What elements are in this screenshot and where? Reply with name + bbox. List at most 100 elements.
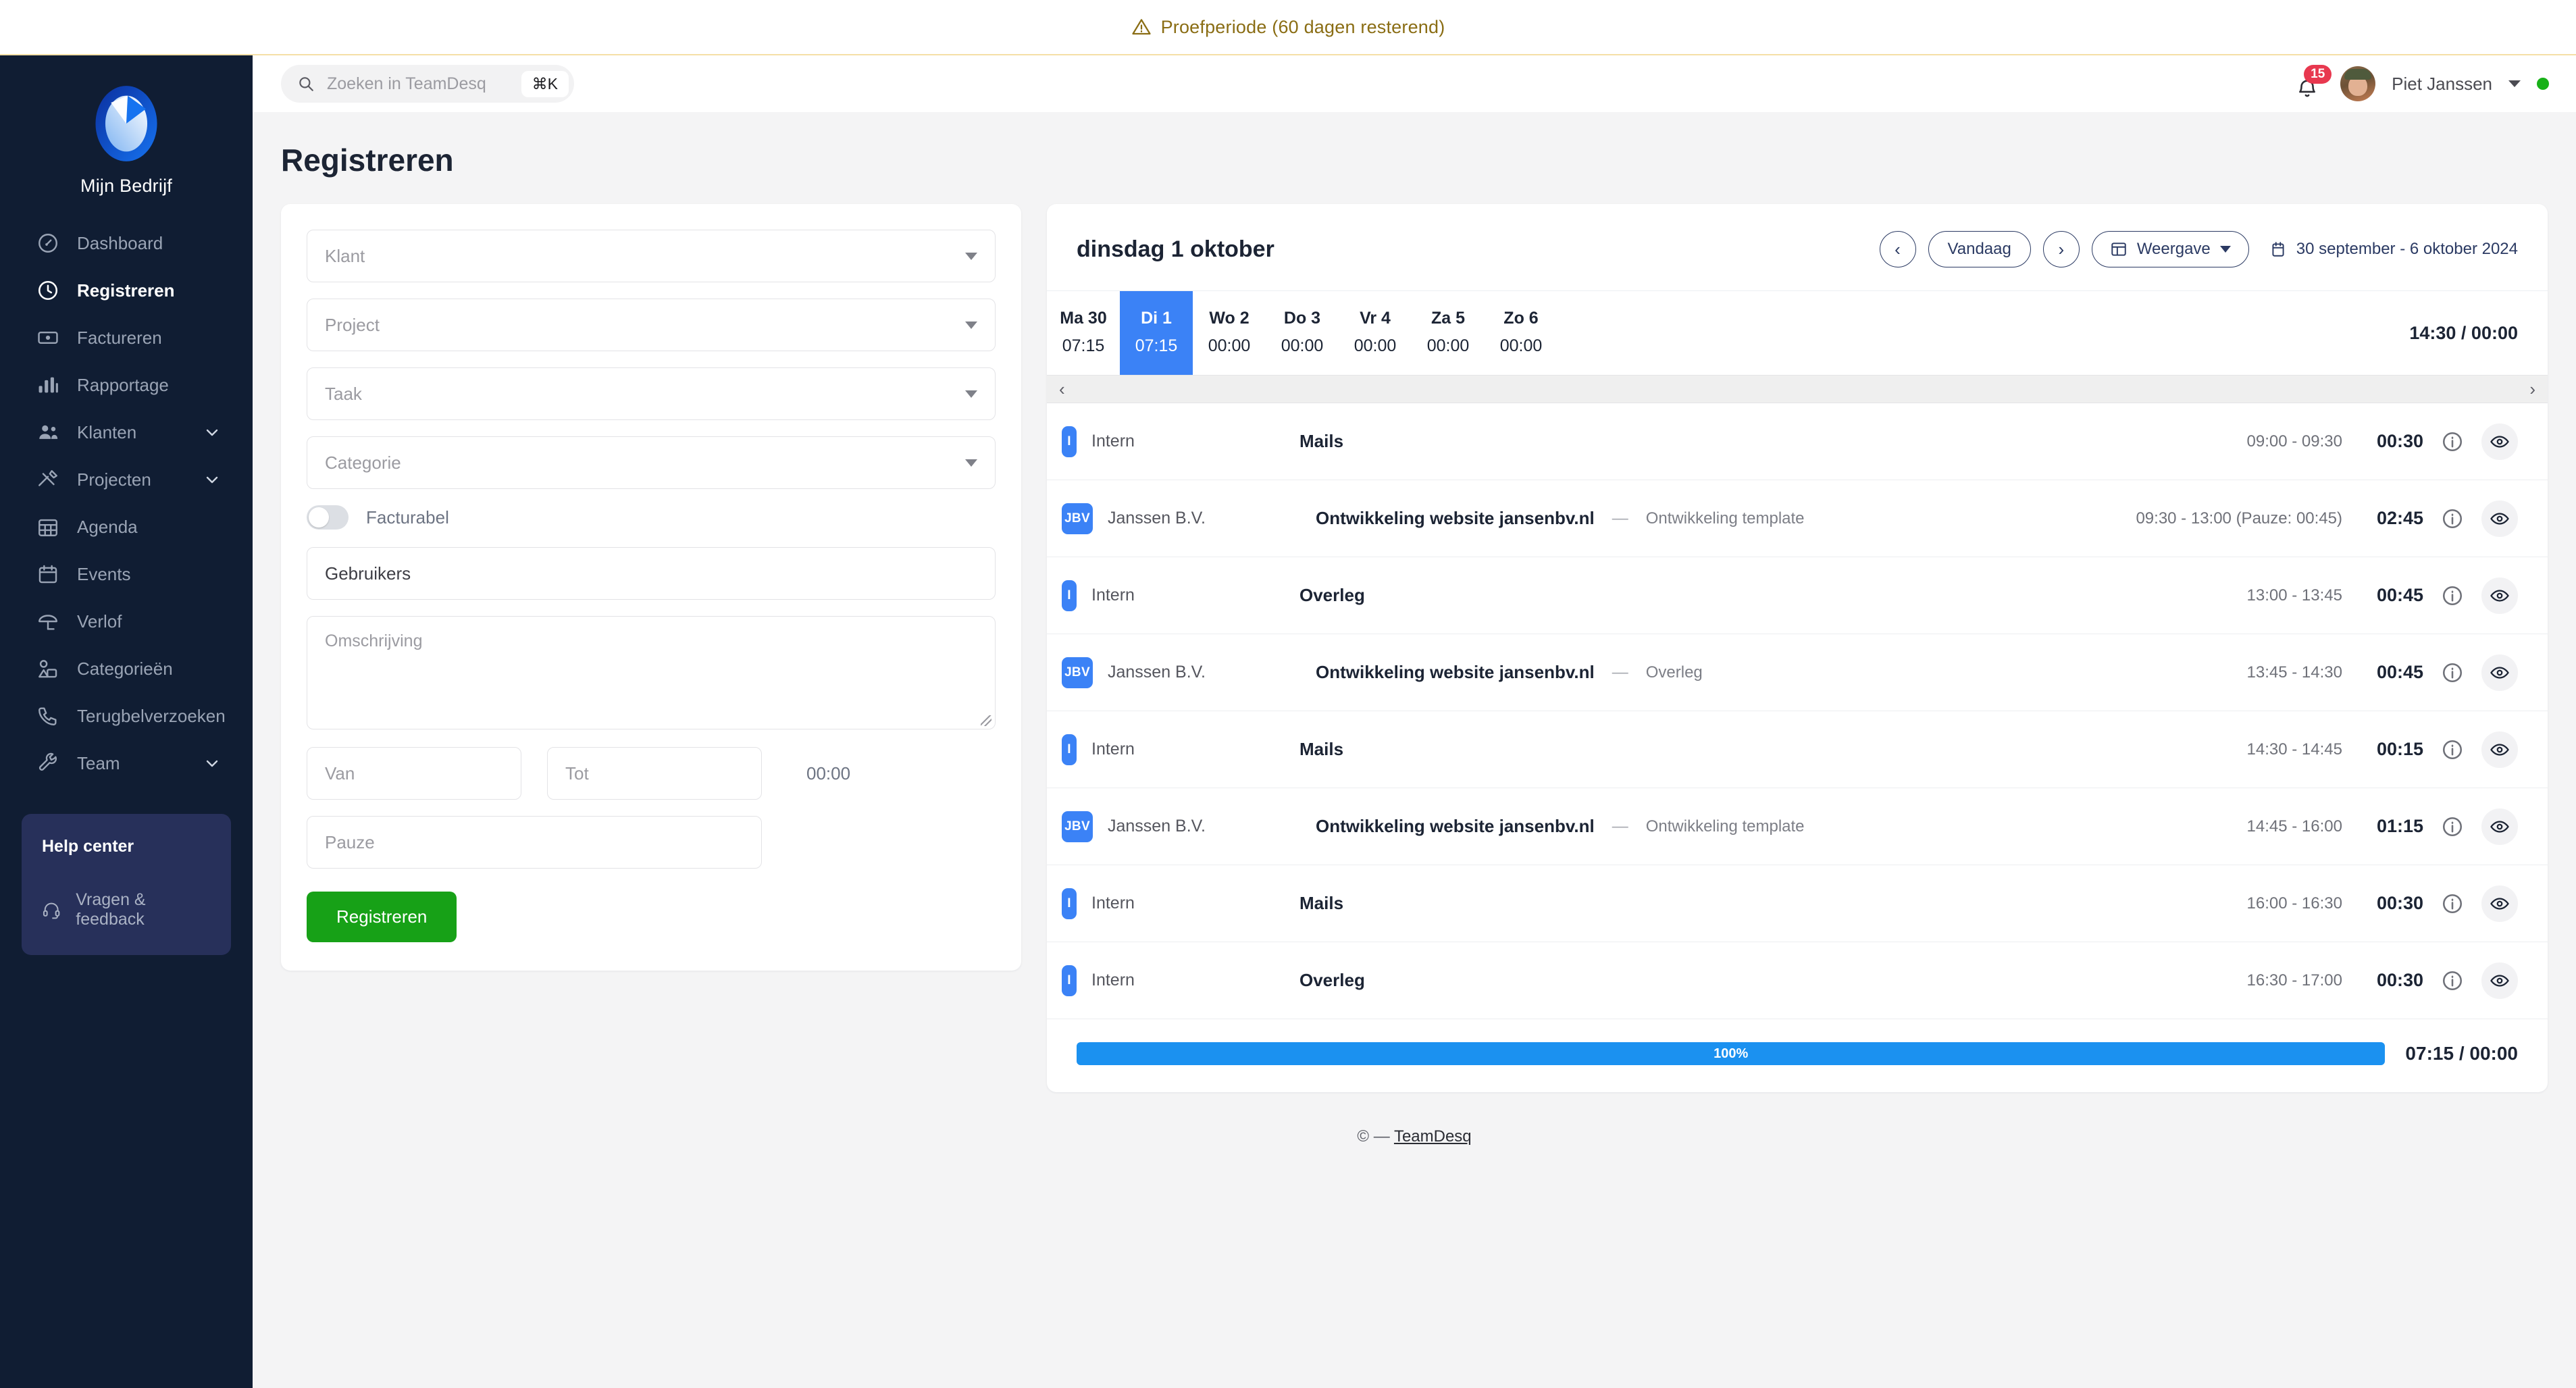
wrench-icon	[38, 752, 57, 771]
day-tab-do-3[interactable]: Do 3 00:00	[1266, 291, 1339, 375]
phone-icon	[38, 707, 57, 725]
view-entry-button[interactable]	[2481, 500, 2518, 537]
day-tab-vr-4[interactable]: Vr 4 00:00	[1339, 291, 1412, 375]
table-row[interactable]: I Intern Mails 09:00 - 09:30 00:30	[1047, 403, 2548, 480]
day-tab-wo-2[interactable]: Wo 2 00:00	[1193, 291, 1266, 375]
view-entry-button[interactable]	[2481, 654, 2518, 691]
sidebar-item-events[interactable]: Events	[0, 550, 253, 598]
row-time: 14:45 - 16:00	[2246, 817, 2342, 836]
main-area: Zoeken in TeamDesq ⌘K 15 Piet Janssen Re…	[253, 55, 2576, 1388]
view-entry-button[interactable]	[2481, 808, 2518, 845]
info-icon[interactable]	[2441, 892, 2464, 915]
time-entry-rows: I Intern Mails 09:00 - 09:30 00:30 JBV J…	[1047, 403, 2548, 1019]
omschrijving-textarea[interactable]: Omschrijving	[307, 616, 996, 729]
table-row[interactable]: JBV Janssen B.V. Ontwikkeling website ja…	[1047, 480, 2548, 557]
info-icon[interactable]	[2441, 738, 2464, 761]
app-shell: Mijn Bedrijf Dashboard Registreren Factu	[0, 55, 2576, 1388]
view-entry-button[interactable]	[2481, 962, 2518, 999]
row-duration: 02:45	[2376, 508, 2423, 528]
table-row[interactable]: I Intern Overleg 13:00 - 13:45 00:45	[1047, 557, 2548, 634]
info-icon[interactable]	[2441, 969, 2464, 992]
pauze-input[interactable]: Pauze	[307, 816, 762, 869]
row-project: Mails	[1299, 431, 1344, 451]
tot-input[interactable]: Tot	[547, 747, 762, 800]
sidebar-item-projecten[interactable]: Projecten	[0, 456, 253, 503]
project-placeholder: Project	[325, 314, 380, 335]
view-entry-button[interactable]	[2481, 731, 2518, 768]
questions-feedback-label: Vragen & feedback	[76, 890, 146, 929]
sidebar-item-categorieen[interactable]: Categorieën	[0, 645, 253, 692]
sidebar-item-team[interactable]: Team	[0, 740, 253, 787]
view-entry-button[interactable]	[2481, 885, 2518, 922]
headset-icon	[43, 902, 60, 919]
date-range[interactable]: 30 september - 6 oktober 2024	[2269, 240, 2518, 259]
info-icon[interactable]	[2441, 430, 2464, 453]
gebruikers-field[interactable]: Gebruikers	[307, 547, 996, 600]
avatar[interactable]	[2340, 66, 2376, 101]
resize-grip-icon[interactable]	[981, 715, 991, 726]
sidebar-item-verlof[interactable]: Verlof	[0, 598, 253, 645]
search-input[interactable]: Zoeken in TeamDesq ⌘K	[281, 65, 574, 103]
info-icon[interactable]	[2441, 661, 2464, 684]
sidebar-item-rapportage[interactable]: Rapportage	[0, 361, 253, 409]
sidebar-item-label: Categorieën	[77, 658, 173, 679]
today-button[interactable]: Vandaag	[1928, 231, 2031, 267]
info-icon[interactable]	[2441, 815, 2464, 838]
van-input[interactable]: Van	[307, 747, 521, 800]
day-tab-di-1[interactable]: Di 1 07:15	[1120, 291, 1193, 375]
view-entry-button[interactable]	[2481, 577, 2518, 614]
sidebar-item-dashboard[interactable]: Dashboard	[0, 220, 253, 267]
info-icon[interactable]	[2441, 584, 2464, 607]
notifications-badge: 15	[2304, 65, 2332, 84]
sidebar-item-klanten[interactable]: Klanten	[0, 409, 253, 456]
view-entry-button[interactable]	[2481, 423, 2518, 460]
klant-select[interactable]: Klant	[307, 230, 996, 282]
sidebar-item-agenda[interactable]: Agenda	[0, 503, 253, 550]
day-tab-zo-6[interactable]: Zo 6 00:00	[1485, 291, 1557, 375]
table-row[interactable]: I Intern Overleg 16:30 - 17:00 00:30	[1047, 942, 2548, 1019]
table-row[interactable]: JBV Janssen B.V. Ontwikkeling website ja…	[1047, 634, 2548, 711]
facturabel-toggle[interactable]	[307, 505, 349, 530]
day-name: Vr 4	[1360, 309, 1391, 328]
table-row[interactable]: JBV Janssen B.V. Ontwikkeling website ja…	[1047, 788, 2548, 865]
registreren-submit-button[interactable]: Registreren	[307, 892, 457, 942]
sidebar-item-registreren[interactable]: Registreren	[0, 267, 253, 314]
sidebar-item-factureren[interactable]: Factureren	[0, 314, 253, 361]
registration-form-card: Klant Project Taak Categorie Facturabel …	[281, 204, 1021, 971]
horizontal-scroller[interactable]: ‹ ›	[1047, 375, 2548, 403]
day-tab-za-5[interactable]: Za 5 00:00	[1412, 291, 1485, 375]
day-tab-ma-30[interactable]: Ma 30 07:15	[1047, 291, 1120, 375]
notifications-button[interactable]: 15	[2293, 65, 2332, 100]
brand[interactable]: Mijn Bedrijf	[0, 70, 253, 220]
row-project: Mails	[1299, 739, 1344, 759]
client-chip: I	[1062, 580, 1077, 611]
chevron-down-icon	[2219, 246, 2231, 253]
row-main: Ontwikkeling website jansenbv.nl — Ontwi…	[1316, 508, 2342, 529]
questions-feedback-link[interactable]: Vragen & feedback	[42, 890, 211, 929]
chevron-down-icon[interactable]	[2508, 80, 2521, 87]
scroll-right-arrow-icon[interactable]: ›	[2529, 379, 2535, 400]
table-row[interactable]: I Intern Mails 16:00 - 16:30 00:30	[1047, 865, 2548, 942]
user-name: Piet Janssen	[2392, 73, 2492, 94]
table-row[interactable]: I Intern Mails 14:30 - 14:45 00:15	[1047, 711, 2548, 788]
teamdesq-link[interactable]: TeamDesq	[1394, 1127, 1472, 1146]
sidebar-item-terugbelverzoeken[interactable]: Terugbelverzoeken	[0, 692, 253, 740]
weergave-dropdown[interactable]: Weergave	[2091, 231, 2249, 267]
sidebar: Mijn Bedrijf Dashboard Registreren Factu	[0, 55, 253, 1388]
taak-select[interactable]: Taak	[307, 367, 996, 420]
date-navigation-tools: ‹ Vandaag › Weergave 30 september - 6 ok…	[1879, 231, 2518, 267]
prev-week-button[interactable]: ‹	[1879, 231, 1916, 267]
categorie-select[interactable]: Categorie	[307, 436, 996, 489]
day-total: 00:00	[1281, 336, 1324, 355]
next-week-button[interactable]: ›	[2042, 231, 2080, 267]
info-icon[interactable]	[2441, 507, 2464, 530]
chevron-down-icon	[206, 476, 218, 484]
page-title: Registreren	[281, 143, 454, 178]
calendar-grid-icon	[38, 519, 57, 536]
scroll-left-arrow-icon[interactable]: ‹	[1059, 379, 1065, 400]
project-select[interactable]: Project	[307, 299, 996, 351]
company-logo-icon	[95, 86, 157, 161]
eye-icon	[2490, 974, 2509, 987]
row-duration: 00:30	[2376, 431, 2423, 451]
row-client: Janssen B.V.	[1108, 663, 1206, 682]
